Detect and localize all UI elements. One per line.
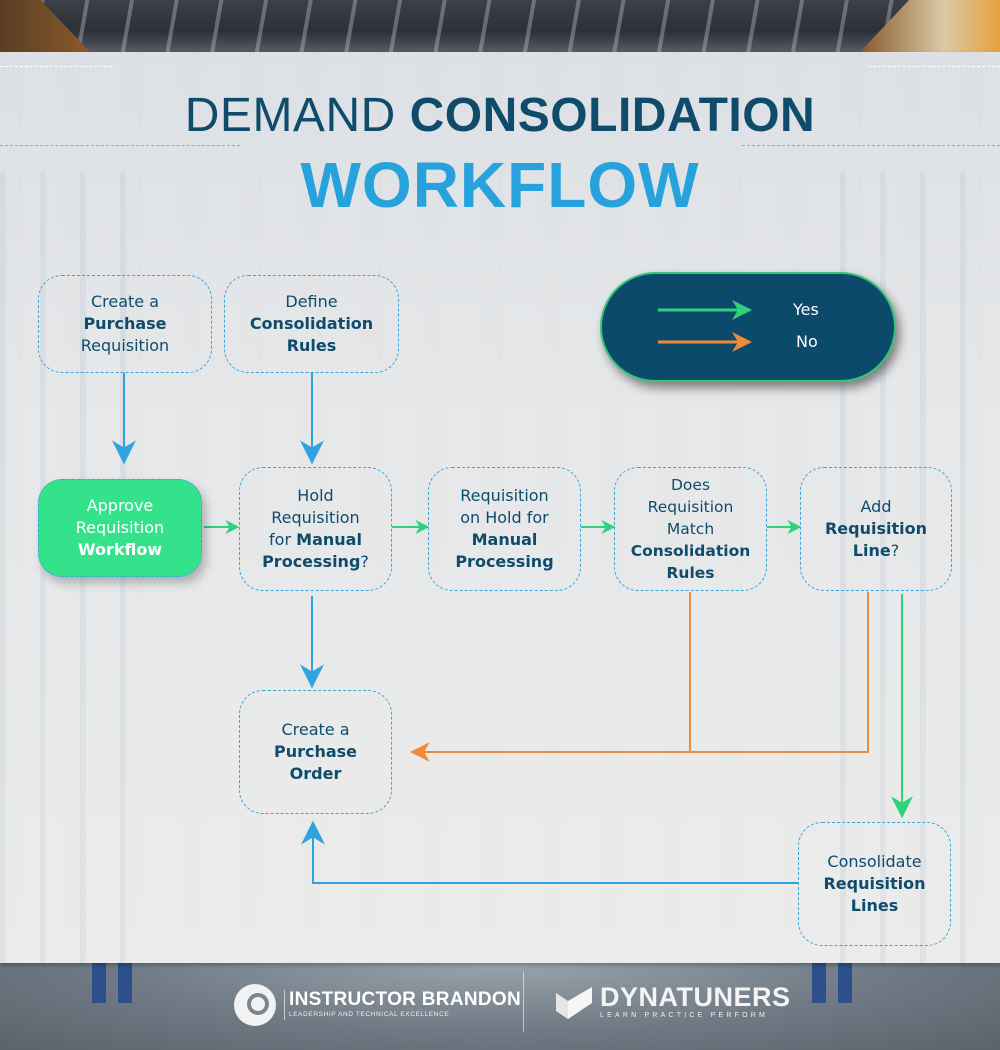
node-label: Define Consolidation Rules bbox=[250, 291, 373, 357]
shelf-post bbox=[92, 963, 106, 1003]
instructor-brandon-emblem-icon bbox=[234, 984, 276, 1026]
legend: Yes No bbox=[600, 272, 896, 382]
dynatuners-logo: DYNATUNERS LEARN PRACTICE PERFORM bbox=[556, 983, 791, 1021]
ceiling-background bbox=[0, 0, 1000, 52]
node-text-regular: Create a bbox=[90, 292, 160, 311]
node-text-regular: Does bbox=[670, 476, 711, 494]
footer-divider bbox=[523, 972, 524, 1032]
node-text-bold: Lines bbox=[850, 896, 899, 915]
node-text-bold: Rules bbox=[666, 564, 715, 582]
node-text-regular: ? bbox=[890, 541, 900, 560]
title-bold-word: CONSOLIDATION bbox=[409, 89, 816, 142]
node-create-purchase-order[interactable]: Create a Purchase Order bbox=[239, 690, 392, 814]
node-text-regular: for bbox=[269, 530, 292, 549]
node-text-bold: Processing bbox=[262, 552, 361, 571]
node-text-regular: Consolidate bbox=[827, 852, 922, 871]
node-text-bold: Manual bbox=[296, 530, 362, 549]
node-text-bold: Consolidation bbox=[249, 314, 374, 333]
ceiling-beam-left bbox=[0, 0, 90, 52]
node-text-bold: Line bbox=[852, 541, 891, 560]
node-add-requisition-line[interactable]: Add Requisition Line? bbox=[800, 467, 952, 591]
node-approve-requisition-workflow[interactable]: Approve Requisition Workflow bbox=[38, 479, 202, 577]
decorative-dashed-line bbox=[0, 145, 240, 146]
node-label: Consolidate Requisition Lines bbox=[823, 851, 925, 917]
node-text-bold: Requisition bbox=[824, 519, 928, 538]
brand1-tagline: LEADERSHIP AND TECHNICAL EXCELLENCE bbox=[289, 1011, 450, 1018]
node-label: Create a Purchase Requisition bbox=[81, 291, 169, 357]
node-text-bold: Workflow bbox=[77, 540, 163, 559]
node-text-regular: on Hold for bbox=[460, 508, 549, 527]
shelf-post bbox=[812, 963, 826, 1003]
node-consolidate-requisition-lines[interactable]: Consolidate Requisition Lines bbox=[798, 822, 951, 946]
node-define-consolidation-rules[interactable]: Define Consolidation Rules bbox=[224, 275, 399, 373]
node-hold-for-manual-processing[interactable]: Hold Requisition for Manual Processing? bbox=[239, 467, 392, 591]
legend-yes-label: Yes bbox=[793, 300, 819, 319]
node-match-consolidation-rules[interactable]: Does Requisition Match Consolidation Rul… bbox=[614, 467, 767, 591]
node-text-bold: Processing bbox=[455, 552, 554, 571]
shelf-post bbox=[118, 963, 132, 1003]
node-text-regular: ? bbox=[360, 552, 369, 571]
instructor-brandon-logo: INSTRUCTOR BRANDON LEADERSHIP AND TECHNI… bbox=[234, 980, 521, 1030]
node-text-regular: Add bbox=[860, 497, 892, 516]
node-text-bold: Consolidation bbox=[630, 542, 751, 560]
decorative-dashed-line bbox=[742, 145, 1000, 146]
dynatuners-check-icon bbox=[556, 987, 592, 1019]
node-label: Does Requisition Match Consolidation Rul… bbox=[631, 474, 751, 584]
brand1-text: INSTRUCTOR BRANDON LEADERSHIP AND TECHNI… bbox=[284, 990, 521, 1020]
node-text-bold: Purchase bbox=[273, 742, 358, 761]
decorative-dashed-line bbox=[868, 66, 1000, 67]
ceiling-beam-right bbox=[860, 0, 1000, 52]
node-text-regular: Define bbox=[285, 292, 338, 311]
node-text-regular: Match bbox=[666, 520, 715, 538]
node-text-regular: Requisition bbox=[271, 508, 360, 527]
node-text-regular: Approve bbox=[86, 496, 154, 515]
node-text-bold: Order bbox=[289, 764, 342, 783]
brand2-tagline: LEARN PRACTICE PERFORM bbox=[600, 1012, 769, 1019]
node-label: Approve Requisition Workflow bbox=[76, 495, 164, 561]
decorative-dashed-line bbox=[0, 66, 112, 67]
node-create-purchase-requisition[interactable]: Create a Purchase Requisition bbox=[38, 275, 212, 373]
brand2-name: DYNATUNERS bbox=[600, 982, 791, 1012]
node-text-bold: Manual bbox=[471, 530, 538, 549]
node-text-regular: Hold bbox=[297, 486, 334, 505]
node-text-bold: Purchase bbox=[83, 314, 167, 333]
page-subtitle: WORKFLOW bbox=[300, 149, 700, 221]
node-text-regular: Create a bbox=[281, 720, 350, 739]
title-light-word: DEMAND bbox=[184, 89, 396, 142]
node-label: Hold Requisition for Manual Processing? bbox=[262, 485, 369, 573]
node-requisition-on-hold[interactable]: Requisition on Hold for Manual Processin… bbox=[428, 467, 581, 591]
node-text-regular: Requisition bbox=[460, 486, 549, 505]
node-label: Create a Purchase Order bbox=[274, 719, 357, 785]
brand2-text: DYNATUNERS LEARN PRACTICE PERFORM bbox=[600, 983, 791, 1021]
node-text-regular: Requisition bbox=[80, 336, 170, 355]
node-label: Add Requisition Line? bbox=[825, 496, 927, 562]
legend-no-label: No bbox=[796, 332, 818, 351]
node-text-regular: Requisition bbox=[75, 518, 165, 537]
node-text-bold: Requisition bbox=[823, 874, 926, 893]
page-title: DEMAND CONSOLIDATION bbox=[0, 90, 1000, 142]
node-text-regular: Requisition bbox=[647, 498, 734, 516]
node-text-bold: Rules bbox=[286, 336, 337, 355]
brand1-name: INSTRUCTOR BRANDON bbox=[289, 989, 521, 1010]
legend-arrows bbox=[658, 300, 752, 352]
node-label: Requisition on Hold for Manual Processin… bbox=[455, 485, 553, 573]
shelf-post bbox=[838, 963, 852, 1003]
